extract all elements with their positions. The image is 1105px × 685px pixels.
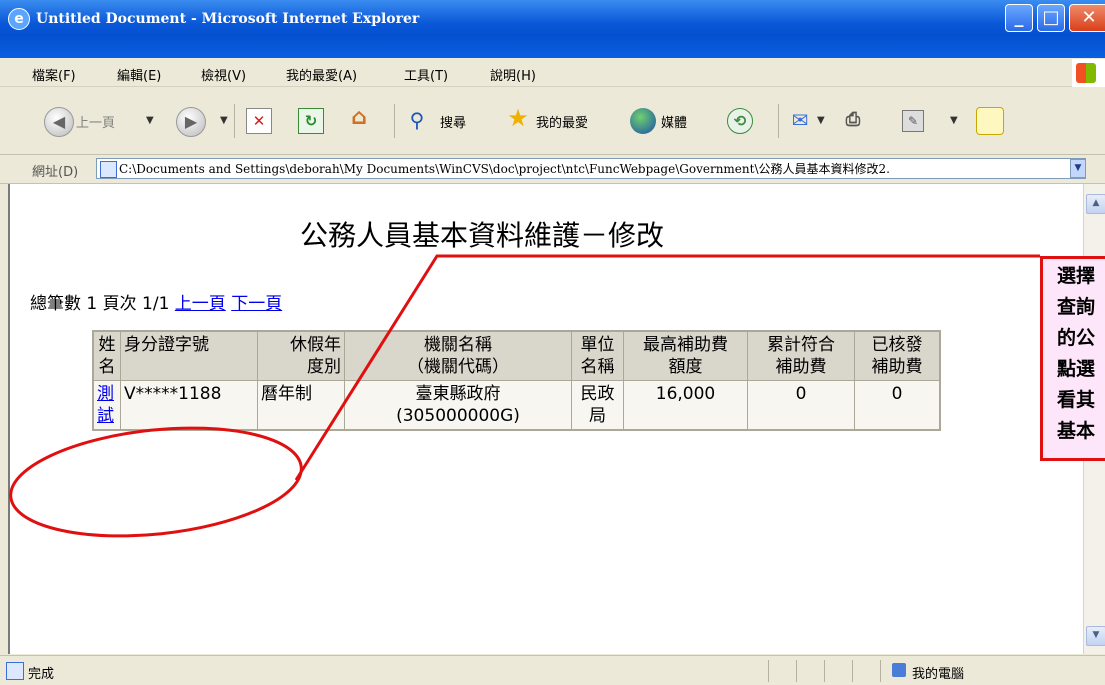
history-icon[interactable]: ⟲ xyxy=(727,108,753,134)
cell-max-subsidy: 16,000 xyxy=(623,380,748,431)
page-content: 公務人員基本資料維護－修改 總筆數 1 頁次 1/1 上一頁 下一頁 姓名 身分… xyxy=(8,184,1083,654)
callout-line: 的公 xyxy=(1057,327,1096,349)
status-divider xyxy=(880,660,881,682)
employee-name-link[interactable]: 測試 xyxy=(97,384,114,426)
scroll-down-icon[interactable]: ▼ xyxy=(1086,626,1105,646)
cell-unit: 民政局 xyxy=(571,380,624,431)
next-page-link[interactable]: 下一頁 xyxy=(231,294,282,314)
edit-icon[interactable]: ✎ xyxy=(902,110,924,132)
staff-table: 姓名 身分證字號 休假年 度別 機關名稱 （機關代碼） 單位 名稱 最高補助費 額度 累… xyxy=(92,330,941,431)
status-divider xyxy=(768,660,769,682)
close-button[interactable]: ✕ xyxy=(1069,4,1105,32)
status-divider xyxy=(824,660,825,682)
table-header-row: 姓名 身分證字號 休假年 度別 機關名稱 （機關代碼） 單位 名稱 最高補助費 額度 累… xyxy=(92,330,941,381)
page-title: 公務人員基本資料維護－修改 xyxy=(300,219,665,252)
toolbar-separator xyxy=(394,104,395,138)
windows-logo-icon xyxy=(1072,59,1105,87)
address-label: 網址(D) xyxy=(32,165,79,180)
back-label: 上一頁 xyxy=(76,116,116,131)
title-bar[interactable]: e Untitled Document - Microsoft Internet… xyxy=(0,0,1105,58)
callout-line: 查詢 xyxy=(1057,296,1096,318)
stop-icon[interactable]: ✕ xyxy=(246,108,272,134)
forward-dropdown-icon[interactable]: ▼ xyxy=(220,115,228,126)
cell-name: 測試 xyxy=(92,380,121,431)
minimize-icon: _ xyxy=(1014,7,1024,28)
annotation-callout: 選擇 查詢 的公 點選 看其 基本 xyxy=(1040,256,1105,461)
header-leave-year: 休假年 度別 xyxy=(257,330,345,381)
back-button[interactable]: ◀ xyxy=(44,107,74,137)
callout-line: 看其 xyxy=(1057,389,1096,411)
header-max-subsidy: 最高補助費 額度 xyxy=(623,330,748,381)
media-icon[interactable] xyxy=(630,108,656,134)
cell-accum-subsidy: 0 xyxy=(747,380,855,431)
pagination: 總筆數 1 頁次 1/1 上一頁 下一頁 xyxy=(30,289,282,314)
menu-tools[interactable]: 工具(T) xyxy=(404,65,448,84)
close-icon: ✕ xyxy=(1081,7,1097,28)
header-unit: 單位 名稱 xyxy=(571,330,624,381)
search-icon[interactable]: ⚲ xyxy=(404,108,430,134)
my-computer-icon xyxy=(892,663,906,677)
record-summary: 總筆數 1 頁次 1/1 xyxy=(30,294,170,314)
menu-favorites[interactable]: 我的最愛(A) xyxy=(286,65,357,84)
prev-page-link[interactable]: 上一頁 xyxy=(175,294,226,314)
table-row: 測試 V*****1188 曆年制 臺東縣政府 (305000000G) 民政局 … xyxy=(92,380,941,431)
toolbar: ◀ 上一頁 ▼ ▶ ▼ ✕ ↻ ⌂ ⚲ 搜尋 ★ 我的最愛 媒體 ⟲ ✉ ▼ ⎙… xyxy=(0,88,1105,155)
forward-button[interactable]: ▶ xyxy=(176,107,206,137)
maximize-icon: □ xyxy=(1042,7,1060,28)
status-divider xyxy=(796,660,797,682)
edit-dropdown-icon[interactable]: ▼ xyxy=(950,115,958,126)
forward-arrow-icon: ▶ xyxy=(184,112,198,131)
scroll-up-icon[interactable]: ▲ xyxy=(1086,194,1105,214)
menu-bar: 檔案(F) 編輯(E) 檢視(V) 我的最愛(A) 工具(T) 說明(H) xyxy=(0,60,1105,87)
header-name: 姓名 xyxy=(92,330,121,381)
refresh-icon[interactable]: ↻ xyxy=(298,108,324,134)
security-zone: 我的電腦 xyxy=(912,667,965,682)
favorites-star-icon[interactable]: ★ xyxy=(505,106,531,132)
minimize-button[interactable]: _ xyxy=(1005,4,1033,32)
messenger-icon[interactable] xyxy=(976,107,1004,135)
search-label[interactable]: 搜尋 xyxy=(440,112,466,131)
print-icon[interactable]: ⎙ xyxy=(840,108,866,134)
callout-line: 基本 xyxy=(1057,420,1096,442)
page-done-icon xyxy=(6,662,24,680)
back-dropdown-icon[interactable]: ▼ xyxy=(146,115,154,126)
page-icon xyxy=(100,161,117,178)
back-arrow-icon: ◀ xyxy=(52,112,66,131)
toolbar-separator xyxy=(234,104,235,138)
menu-file[interactable]: 檔案(F) xyxy=(32,65,76,84)
address-bar: 網址(D) C:\Documents and Settings\deborah\… xyxy=(0,155,1105,184)
callout-line: 選擇 xyxy=(1057,265,1096,287)
header-agency: 機關名稱 （機關代碼） xyxy=(344,330,572,381)
cell-agency: 臺東縣政府 (305000000G) xyxy=(344,380,572,431)
callout-line: 點選 xyxy=(1057,358,1096,380)
address-dropdown-icon[interactable]: ▼ xyxy=(1070,159,1086,178)
home-icon[interactable]: ⌂ xyxy=(346,106,372,132)
media-label[interactable]: 媒體 xyxy=(661,112,687,131)
maximize-button[interactable]: □ xyxy=(1037,4,1065,32)
toolbar-separator xyxy=(778,104,779,138)
address-input[interactable]: C:\Documents and Settings\deborah\My Doc… xyxy=(96,158,1086,179)
address-url: C:\Documents and Settings\deborah\My Doc… xyxy=(119,162,890,176)
menu-help[interactable]: 說明(H) xyxy=(490,65,536,84)
status-divider xyxy=(852,660,853,682)
status-bar: 完成 我的電腦 xyxy=(0,655,1105,685)
window-title: Untitled Document - Microsoft Internet E… xyxy=(36,11,420,27)
browser-window: e Untitled Document - Microsoft Internet… xyxy=(0,0,1105,685)
ie-logo-icon: e xyxy=(8,8,30,30)
header-id: 身分證字號 xyxy=(120,330,258,381)
favorites-label[interactable]: 我的最愛 xyxy=(536,112,588,131)
header-issued-subsidy: 已核發 補助費 xyxy=(854,330,941,381)
cell-issued-subsidy: 0 xyxy=(854,380,941,431)
menu-view[interactable]: 檢視(V) xyxy=(201,65,246,84)
cell-id: V*****1188 xyxy=(120,380,258,431)
header-accum-subsidy: 累計符合 補助費 xyxy=(747,330,855,381)
menu-edit[interactable]: 編輯(E) xyxy=(117,65,161,84)
cell-leave-year: 曆年制 xyxy=(257,380,345,431)
mail-dropdown-icon[interactable]: ▼ xyxy=(817,115,825,126)
status-text: 完成 xyxy=(28,667,55,682)
mail-icon[interactable]: ✉ xyxy=(787,108,813,134)
